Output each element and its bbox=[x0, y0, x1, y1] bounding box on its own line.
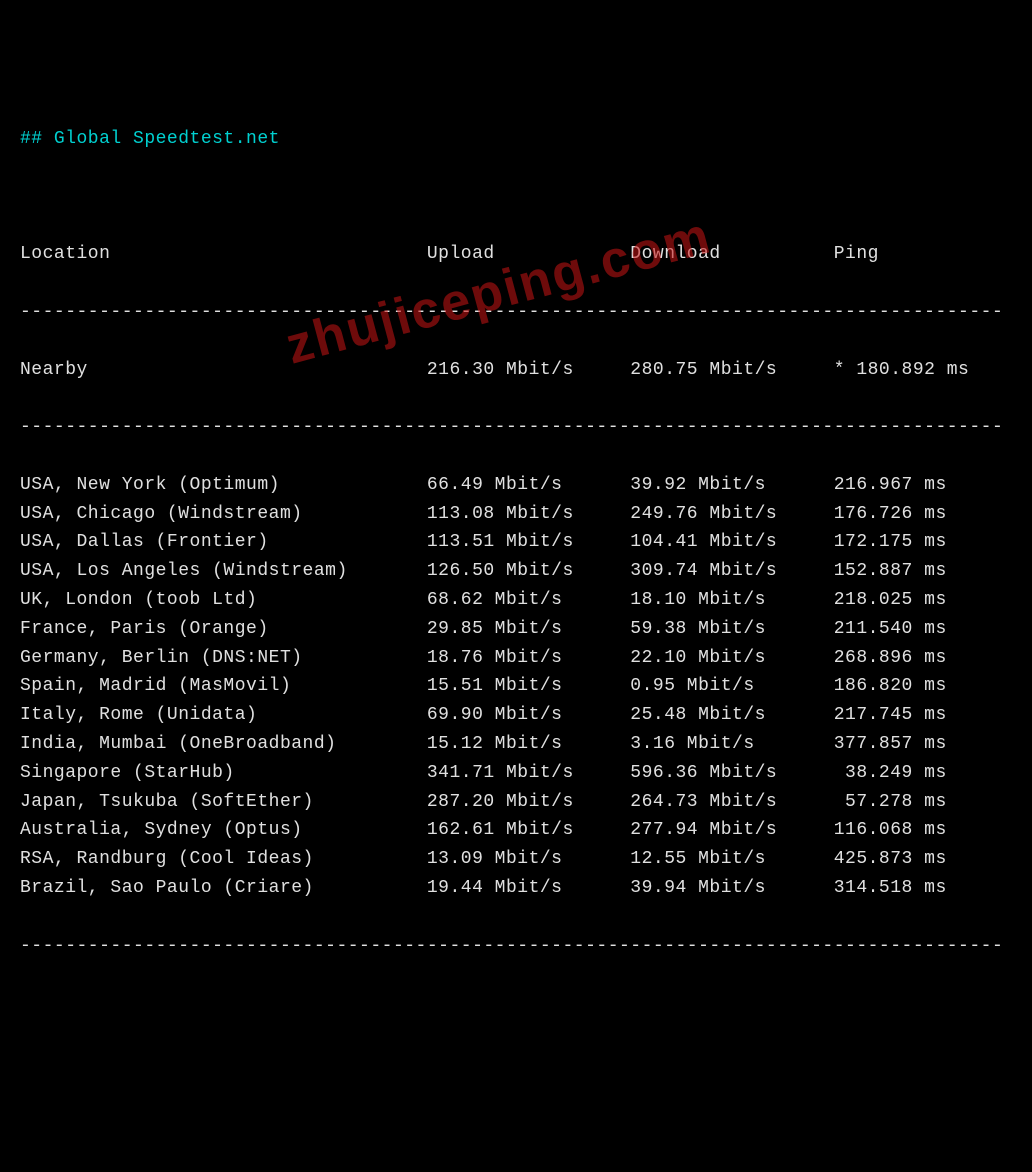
table-row: RSA, Randburg (Cool Ideas) 13.09 Mbit/s … bbox=[20, 845, 1012, 874]
table-row: India, Mumbai (OneBroadband) 15.12 Mbit/… bbox=[20, 730, 1012, 759]
table-row: Brazil, Sao Paulo (Criare) 19.44 Mbit/s … bbox=[20, 874, 1012, 903]
header-row: Location Upload Download Ping bbox=[20, 240, 1012, 269]
nearby-row: Nearby 216.30 Mbit/s 280.75 Mbit/s * 180… bbox=[20, 356, 1012, 385]
separator: ----------------------------------------… bbox=[20, 298, 1012, 327]
blank-line bbox=[20, 183, 1012, 212]
table-row: USA, Dallas (Frontier) 113.51 Mbit/s 104… bbox=[20, 528, 1012, 557]
table-row: USA, Los Angeles (Windstream) 126.50 Mbi… bbox=[20, 557, 1012, 586]
table-row: Japan, Tsukuba (SoftEther) 287.20 Mbit/s… bbox=[20, 788, 1012, 817]
title: ## Global Speedtest.net bbox=[20, 125, 1012, 154]
separator: ----------------------------------------… bbox=[20, 932, 1012, 961]
separator: ----------------------------------------… bbox=[20, 413, 1012, 442]
table-row: Singapore (StarHub) 341.71 Mbit/s 596.36… bbox=[20, 759, 1012, 788]
table-row: Australia, Sydney (Optus) 162.61 Mbit/s … bbox=[20, 816, 1012, 845]
table-row: Germany, Berlin (DNS:NET) 18.76 Mbit/s 2… bbox=[20, 644, 1012, 673]
table-row: USA, New York (Optimum) 66.49 Mbit/s 39.… bbox=[20, 471, 1012, 500]
table-row: UK, London (toob Ltd) 68.62 Mbit/s 18.10… bbox=[20, 586, 1012, 615]
table-row: Spain, Madrid (MasMovil) 15.51 Mbit/s 0.… bbox=[20, 672, 1012, 701]
table-row: Italy, Rome (Unidata) 69.90 Mbit/s 25.48… bbox=[20, 701, 1012, 730]
table-row: USA, Chicago (Windstream) 113.08 Mbit/s … bbox=[20, 500, 1012, 529]
table-row: France, Paris (Orange) 29.85 Mbit/s 59.3… bbox=[20, 615, 1012, 644]
